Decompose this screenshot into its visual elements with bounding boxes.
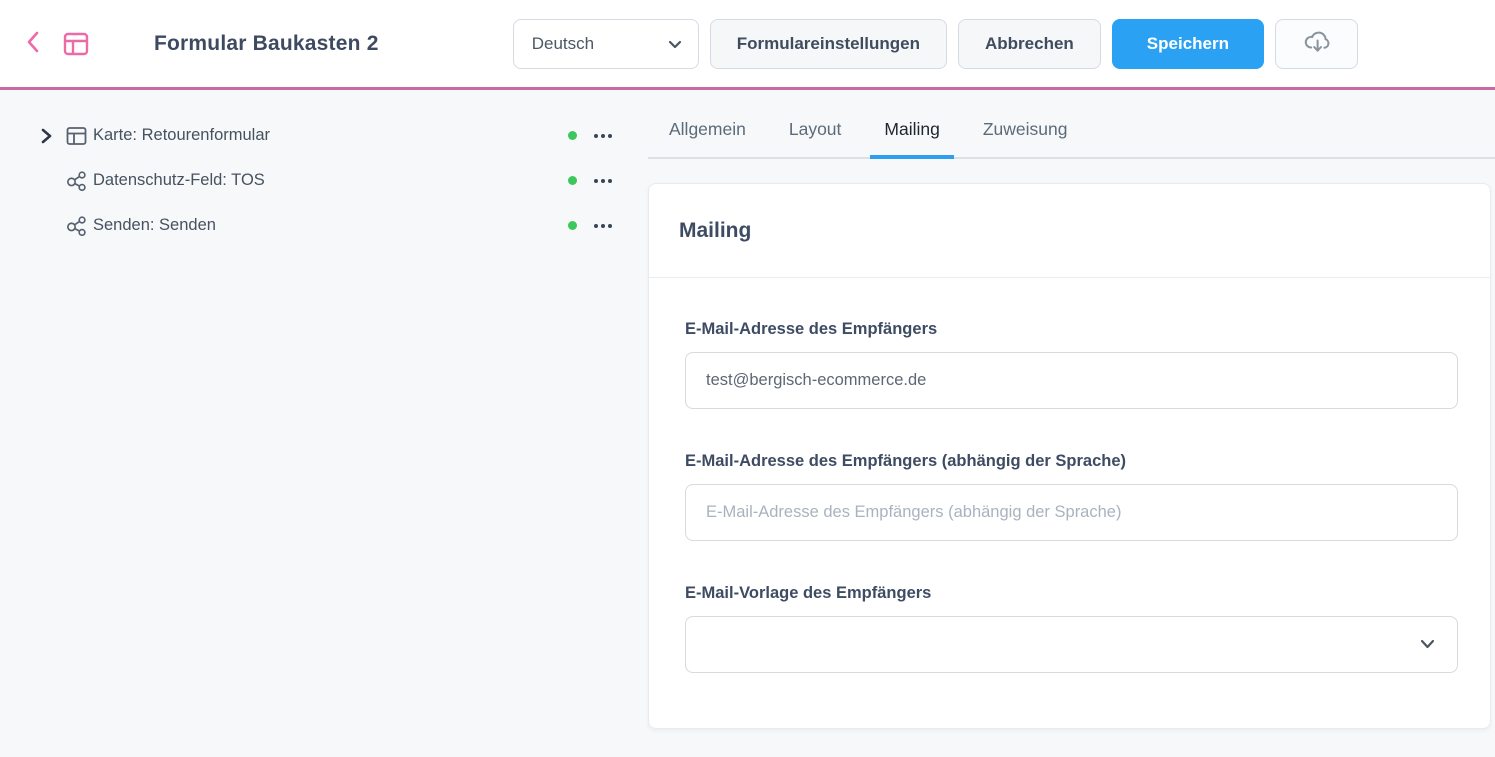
tree-item-label: Senden: Senden xyxy=(93,216,568,235)
header-actions: Deutsch Formulareinstellungen Abbrechen … xyxy=(513,19,1358,69)
more-options-button[interactable] xyxy=(594,179,612,183)
tree-item-senden-senden[interactable]: Senden: Senden xyxy=(40,203,612,248)
language-select-value: Deutsch xyxy=(532,34,668,54)
status-dot xyxy=(568,221,577,230)
app-root: Formular Baukasten 2 Deutsch Formularein… xyxy=(0,0,1495,757)
recipient-email-language-input[interactable] xyxy=(685,484,1458,541)
download-button[interactable] xyxy=(1275,19,1358,69)
tree-item-label: Karte: Retourenformular xyxy=(93,126,568,145)
chevron-down-icon xyxy=(1420,635,1435,654)
share-nodes-icon xyxy=(66,215,93,237)
form-settings-button[interactable]: Formulareinstellungen xyxy=(710,19,947,69)
recipient-template-select[interactable] xyxy=(685,616,1458,673)
tab-mailing[interactable]: Mailing xyxy=(870,103,953,159)
recipient-email-input[interactable] xyxy=(685,352,1458,409)
tab-layout[interactable]: Layout xyxy=(775,103,856,159)
status-dot xyxy=(568,176,577,185)
tab-bar: Allgemein Layout Mailing Zuweisung xyxy=(648,103,1495,159)
card-body: E-Mail-Adresse des Empfängers E-Mail-Adr… xyxy=(649,278,1490,673)
cancel-button[interactable]: Abbrechen xyxy=(958,19,1101,69)
chevron-left-icon xyxy=(24,29,42,58)
more-options-button[interactable] xyxy=(594,224,612,228)
chevron-right-icon[interactable] xyxy=(40,128,66,144)
form-layout-icon xyxy=(62,30,90,58)
tree-item-label: Datenschutz-Feld: TOS xyxy=(93,171,568,190)
field-recipient-template: E-Mail-Vorlage des Empfängers xyxy=(685,584,1458,673)
status-dot xyxy=(568,131,577,140)
tab-zuweisung[interactable]: Zuweisung xyxy=(969,103,1082,159)
back-button[interactable] xyxy=(24,29,42,58)
field-recipient-email: E-Mail-Adresse des Empfängers xyxy=(685,320,1458,409)
field-label: E-Mail-Adresse des Empfängers xyxy=(685,320,1458,339)
cloud-download-icon xyxy=(1303,28,1331,59)
card-header: Mailing xyxy=(649,184,1490,278)
field-label: E-Mail-Adresse des Empfängers (abhängig … xyxy=(685,452,1458,471)
mailing-card: Mailing E-Mail-Adresse des Empfängers E-… xyxy=(648,183,1491,729)
language-select[interactable]: Deutsch xyxy=(513,19,699,69)
more-options-button[interactable] xyxy=(594,134,612,138)
element-tree: Karte: Retourenformular Datenschutz-Feld… xyxy=(40,113,612,248)
content: Karte: Retourenformular Datenschutz-Feld… xyxy=(0,90,1495,757)
tree-item-karte-retourenformular[interactable]: Karte: Retourenformular xyxy=(40,113,612,158)
settings-panel: Allgemein Layout Mailing Zuweisung Maili… xyxy=(648,90,1495,729)
chevron-down-icon xyxy=(668,34,682,54)
field-label: E-Mail-Vorlage des Empfängers xyxy=(685,584,1458,603)
card-title: Mailing xyxy=(679,219,751,243)
card-layout-icon xyxy=(66,126,93,146)
header: Formular Baukasten 2 Deutsch Formularein… xyxy=(0,0,1495,87)
tab-allgemein[interactable]: Allgemein xyxy=(655,103,760,159)
page-title: Formular Baukasten 2 xyxy=(154,32,379,56)
field-recipient-email-language: E-Mail-Adresse des Empfängers (abhängig … xyxy=(685,452,1458,541)
save-button[interactable]: Speichern xyxy=(1112,19,1264,69)
tree-item-datenschutz-feld-tos[interactable]: Datenschutz-Feld: TOS xyxy=(40,158,612,203)
share-nodes-icon xyxy=(66,170,93,192)
